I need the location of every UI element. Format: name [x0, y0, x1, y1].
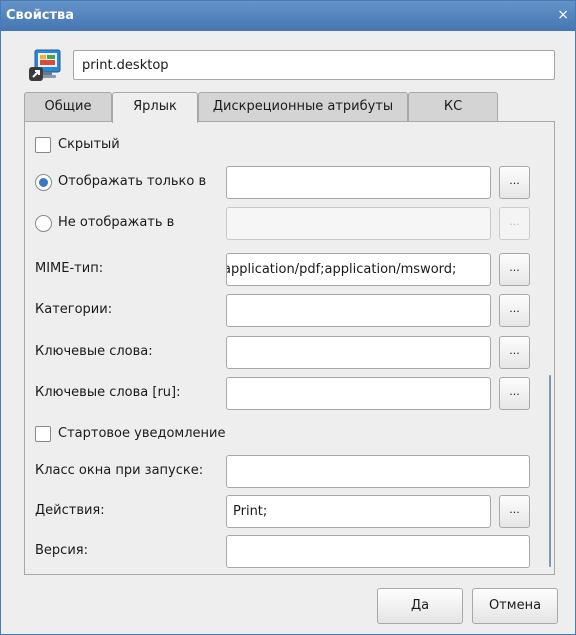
keywords-ru-field[interactable] [226, 377, 491, 410]
actions-label: Действия: [35, 503, 105, 518]
actions-browse-button[interactable]: ... [499, 495, 530, 528]
keywords-ru-label: Ключевые слова [ru]: [35, 385, 181, 400]
tab-shortcut[interactable]: Ярлык [112, 92, 198, 123]
version-field[interactable] [226, 535, 530, 568]
keywords-label: Ключевые слова: [35, 344, 153, 359]
mime-type-field[interactable]: application/pdf;application/msword; [226, 253, 491, 286]
version-label: Версия: [35, 543, 88, 558]
hidden-label: Скрытый [58, 137, 120, 152]
keywords-field[interactable] [226, 336, 491, 369]
hidden-checkbox[interactable] [35, 137, 51, 153]
categories-field[interactable] [226, 294, 491, 327]
properties-dialog: Свойства × print.desktop Общие Ярлык Дис… [0, 0, 576, 635]
startup-notify-label: Стартовое уведомление [58, 426, 226, 441]
cancel-button[interactable]: Отмена [472, 588, 558, 624]
mime-type-label: MIME-тип: [35, 261, 104, 276]
tab-general[interactable]: Общие [24, 92, 112, 122]
show-only-in-field[interactable] [226, 166, 491, 199]
show-only-in-radio[interactable] [35, 174, 52, 191]
categories-browse-button[interactable]: ... [499, 294, 530, 327]
shortcut-panel: Скрытый Отображать только в ... Не отобр… [24, 121, 555, 575]
window-title: Свойства [6, 8, 75, 23]
startup-notify-checkbox[interactable] [35, 426, 51, 442]
tab-ks[interactable]: КС [408, 92, 498, 122]
not-show-in-browse-button[interactable]: ... [499, 207, 530, 240]
mime-type-browse-button[interactable]: ... [499, 253, 530, 286]
wm-class-field[interactable] [226, 455, 530, 488]
panel-scrollbar[interactable] [549, 375, 551, 567]
not-show-in-field[interactable] [226, 207, 491, 240]
title-bar[interactable]: Свойства × [1, 1, 575, 31]
wm-class-label: Класс окна при запуске: [35, 463, 204, 478]
ok-button[interactable]: Да [377, 588, 463, 624]
keywords-browse-button[interactable]: ... [499, 336, 530, 369]
close-icon[interactable]: × [557, 6, 569, 24]
mime-type-value: application/pdf;application/msword; [226, 262, 457, 277]
file-name-field[interactable]: print.desktop [73, 50, 555, 80]
not-show-in-radio[interactable] [35, 215, 52, 232]
show-only-in-browse-button[interactable]: ... [499, 166, 530, 199]
actions-field[interactable]: Print; [226, 495, 491, 528]
categories-label: Категории: [35, 302, 113, 317]
keywords-ru-browse-button[interactable]: ... [499, 377, 530, 410]
desktop-file-icon [29, 49, 61, 81]
tab-discretionary-attributes[interactable]: Дискреционные атрибуты [198, 92, 408, 122]
not-show-in-label: Не отображать в [58, 215, 175, 230]
show-only-in-label: Отображать только в [58, 174, 207, 189]
